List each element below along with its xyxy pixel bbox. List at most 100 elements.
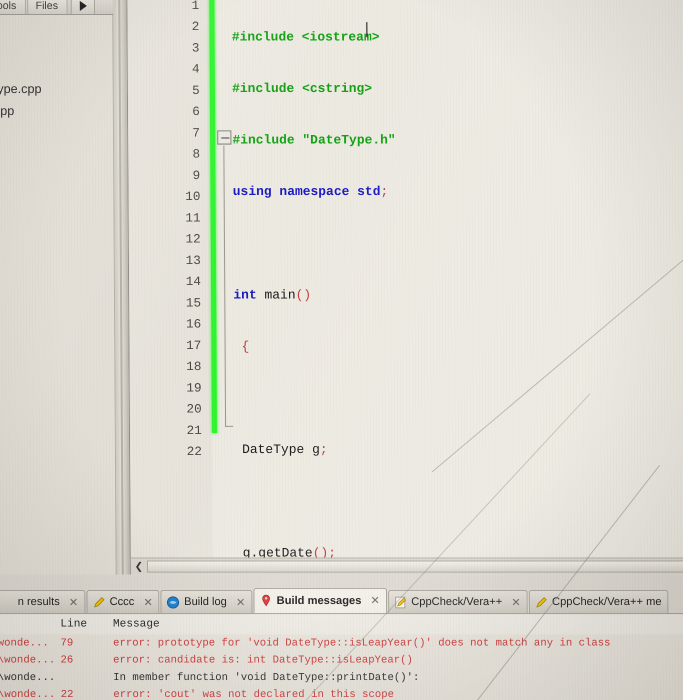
code-line-6: int main(): [233, 287, 312, 303]
row-file: wonde...: [0, 636, 49, 650]
chevron-left-icon[interactable]: ❮: [131, 558, 147, 574]
row-line: 22: [60, 688, 74, 700]
close-icon[interactable]: ✕: [143, 595, 152, 608]
table-row[interactable]: \wonde... 26 error: candidate is: int Da…: [0, 652, 683, 669]
line-number: 8: [192, 147, 201, 162]
table-header-row: Line Message: [0, 614, 683, 635]
tab-build-log[interactable]: Build log ✕: [160, 589, 253, 614]
line-number: 19: [186, 381, 202, 396]
tab-label: Build messages: [276, 594, 362, 607]
code-line-4: using namespace std;: [232, 184, 389, 200]
pencil-icon: [535, 595, 548, 608]
line-number-gutter: 1 2 3 4 5 6 7 8 9 10 11 12 13 14 15 16 1…: [127, 0, 213, 575]
row-message: error: candidate is: int DateType::isLea…: [113, 654, 413, 667]
code-line-2: #include <cstring>: [232, 80, 373, 96]
row-line: 26: [60, 654, 74, 667]
tab-files-label: Files: [35, 0, 59, 12]
line-number: 3: [191, 41, 200, 56]
close-icon[interactable]: ✕: [69, 595, 78, 608]
sidebar-item-label: n.cpp: [0, 104, 15, 119]
row-file: \wonde...: [0, 688, 56, 700]
log-tabbar: n results ✕ Cccc ✕ Build log ✕ Build mes…: [0, 587, 683, 615]
line-number: 21: [186, 423, 202, 439]
line-number: 5: [192, 83, 200, 99]
code-line-9: DateType g;: [234, 442, 328, 458]
sidebar-file-list: eType.cpp n.cpp rs: [0, 78, 117, 145]
row-file: \wonde...: [0, 654, 56, 667]
code-line-1: #include <iostream>: [231, 29, 380, 45]
top-tabbar: ools Files: [0, 0, 127, 16]
line-number: 7: [192, 126, 201, 141]
sidebar-item-main-cpp[interactable]: n.cpp: [0, 100, 117, 122]
red-pin-icon: [259, 594, 272, 607]
tab-cccc[interactable]: Cccc ✕: [86, 589, 160, 614]
tab-cppcheck-vera-messages[interactable]: CppCheck/Vera++ me: [528, 589, 669, 614]
tab-tools[interactable]: ools: [0, 0, 27, 15]
tab-label: n results: [17, 595, 60, 609]
row-line: 79: [60, 636, 74, 650]
line-number: 9: [192, 168, 201, 184]
line-number: 10: [185, 190, 201, 205]
scrollbar-thumb[interactable]: [146, 560, 683, 573]
tab-cppcheck-vera[interactable]: CppCheck/Vera++ ✕: [387, 589, 528, 614]
line-number: 2: [191, 20, 200, 35]
line-number: 11: [185, 211, 201, 226]
chevron-right-icon[interactable]: [71, 0, 96, 15]
tab-search-results[interactable]: n results ✕: [0, 589, 86, 614]
row-message: error: 'cout' was not declared in this s…: [113, 688, 394, 700]
ide-window: ools Files s eType.cpp n.cpp rs 1 2: [0, 0, 683, 700]
close-icon[interactable]: ✕: [511, 595, 520, 608]
logs-panel: n results ✕ Cccc ✕ Build log ✕ Build mes…: [0, 587, 683, 700]
line-number: 13: [185, 253, 201, 269]
blue-circle-icon: [167, 595, 180, 609]
row-message: error: prototype for 'void DateType::isL…: [113, 636, 611, 650]
close-icon[interactable]: ✕: [236, 595, 245, 608]
line-number: 4: [191, 62, 200, 77]
code-line-7: {: [233, 338, 250, 355]
code-editor[interactable]: 1 2 3 4 5 6 7 8 9 10 11 12 13 14 15 16 1…: [126, 0, 683, 575]
line-number: 16: [185, 317, 202, 332]
line-number: 14: [185, 275, 201, 290]
tab-files[interactable]: Files: [27, 0, 69, 15]
row-message: In member function 'void DateType::print…: [113, 671, 420, 684]
editor-horizontal-scrollbar[interactable]: ❮: [130, 557, 683, 575]
line-number: 15: [185, 296, 202, 311]
pencil-icon: [394, 595, 407, 608]
fold-range-line: [223, 145, 227, 427]
pencil-icon: [92, 595, 105, 608]
project-sidebar[interactable]: s eType.cpp n.cpp rs: [0, 15, 117, 575]
code-line-3: #include "DateType.h": [232, 132, 396, 148]
text-caret: [366, 22, 368, 38]
line-number: 12: [185, 232, 201, 247]
table-row[interactable]: \wonde... 22 error: 'cout' was not decla…: [0, 686, 683, 700]
column-header-line: Line: [60, 618, 88, 631]
tab-label: CppCheck/Vera++: [411, 595, 503, 609]
line-number: 17: [186, 338, 202, 354]
code-text[interactable]: #include <iostream> #include <cstring> #…: [232, 0, 683, 575]
tab-tools-label: ools: [0, 0, 17, 12]
search-results-icon: [0, 595, 13, 608]
table-row[interactable]: wonde... 79 error: prototype for 'void D…: [0, 634, 683, 651]
line-number: 1: [191, 0, 200, 14]
screen-photo: ools Files s eType.cpp n.cpp rs 1 2: [0, 0, 683, 700]
sidebar-item-datetype-cpp[interactable]: eType.cpp: [0, 78, 117, 100]
line-number: 6: [192, 105, 200, 120]
tab-build-messages[interactable]: Build messages ✕: [253, 587, 388, 614]
tab-label: Cccc: [109, 595, 135, 609]
sidebar-item-label: eType.cpp: [0, 81, 42, 96]
table-row[interactable]: \wonde... In member function 'void DateT…: [0, 669, 683, 686]
fold-toggle-icon[interactable]: [217, 130, 232, 145]
line-number: 20: [186, 402, 202, 417]
tab-label: Build log: [184, 595, 227, 609]
line-number: 18: [186, 360, 202, 375]
sidebar-item-headers[interactable]: rs: [0, 122, 117, 144]
tab-label: CppCheck/Vera++ me: [551, 595, 662, 609]
row-file: \wonde...: [0, 671, 56, 684]
build-messages-table[interactable]: Line Message wonde... 79 error: prototyp…: [0, 614, 683, 700]
close-icon[interactable]: ✕: [370, 594, 379, 607]
column-header-message: Message: [112, 618, 160, 631]
line-number: 22: [186, 445, 203, 460]
